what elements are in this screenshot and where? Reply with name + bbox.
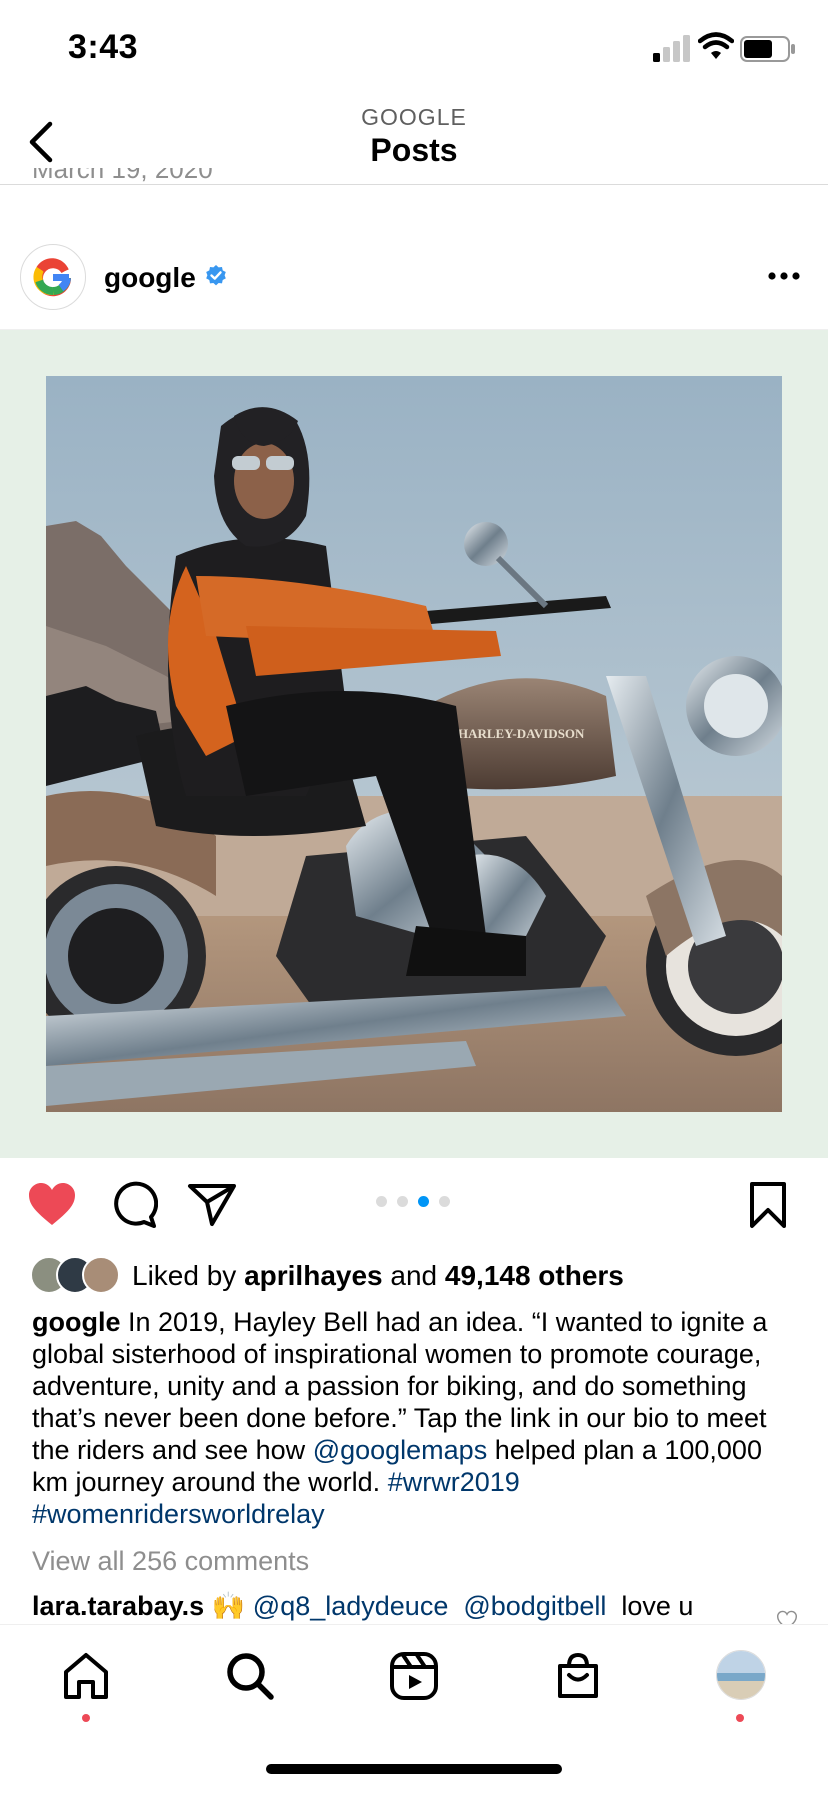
post-username[interactable]: google <box>104 262 196 294</box>
tab-home[interactable] <box>60 1650 112 1702</box>
profile-avatar-image <box>717 1651 765 1699</box>
likes-username[interactable]: aprilhayes <box>244 1260 383 1291</box>
status-time: 3:43 <box>68 28 139 66</box>
hashtag-link[interactable]: #wrwr2019 <box>388 1467 520 1497</box>
home-indicator <box>266 1764 562 1774</box>
header-divider <box>0 184 828 185</box>
caption-author[interactable]: google <box>32 1307 121 1337</box>
liker-avatars[interactable] <box>30 1256 124 1294</box>
comment-username[interactable]: lara.tarabay.s <box>32 1591 204 1621</box>
more-options-icon[interactable] <box>764 258 804 294</box>
header-account-name: GOOGLE <box>361 104 467 130</box>
tab-search[interactable] <box>224 1650 276 1702</box>
likes-connector: and <box>390 1260 438 1291</box>
top-comment: lara.tarabay.s 🙌 @q8_ladydeuce @bodgitbe… <box>32 1590 752 1624</box>
carousel-dot-2 <box>397 1196 408 1207</box>
view-all-comments-link[interactable]: View all 256 comments <box>32 1546 309 1577</box>
carousel-dot-3-active <box>418 1196 429 1207</box>
carousel-dot-1 <box>376 1196 387 1207</box>
post-image-motorcycle-rider[interactable]: HARLEY-DAVIDSON <box>46 376 782 1112</box>
likes-prefix: Liked by <box>132 1260 237 1291</box>
page-title: Posts <box>370 132 458 168</box>
battery-icon <box>740 36 795 62</box>
caption-mention-link[interactable]: @googlemaps <box>313 1435 488 1465</box>
wifi-icon <box>698 32 734 59</box>
liker-avatar-3 <box>82 1256 120 1294</box>
tab-profile-avatar[interactable] <box>716 1650 766 1700</box>
svg-text:HARLEY-DAVIDSON: HARLEY-DAVIDSON <box>458 726 585 741</box>
google-logo-avatar[interactable] <box>20 244 86 310</box>
comment-text: love u <box>621 1591 694 1621</box>
profile-notification-dot <box>736 1714 744 1722</box>
comment-mention-link[interactable]: @q8_ladydeuce <box>253 1591 449 1621</box>
post-caption: google In 2019, Hayley Bell had an idea.… <box>32 1306 802 1530</box>
hashtag-link[interactable]: #womenridersworldrelay <box>32 1499 325 1529</box>
cellular-signal-icon <box>653 35 690 62</box>
likes-summary[interactable]: Liked by aprilhayes and 49,148 others <box>132 1260 624 1292</box>
like-heart-icon[interactable] <box>26 1180 78 1228</box>
bookmark-save-icon[interactable] <box>746 1180 790 1230</box>
carousel-indicator <box>376 1196 452 1208</box>
previous-post-date: March 19, 2020 <box>32 168 213 184</box>
tab-reels[interactable] <box>388 1650 440 1702</box>
tab-shop[interactable] <box>552 1650 604 1702</box>
comment-icon[interactable] <box>108 1180 158 1230</box>
share-paper-plane-icon[interactable] <box>186 1180 238 1228</box>
carousel-dot-4 <box>439 1196 450 1207</box>
comment-emoji: 🙌 <box>211 1591 246 1621</box>
home-notification-dot <box>82 1714 90 1722</box>
likes-count[interactable]: 49,148 others <box>445 1260 624 1291</box>
comment-mention-link[interactable]: @bodgitbell <box>463 1591 606 1621</box>
verified-badge-icon <box>206 265 226 286</box>
